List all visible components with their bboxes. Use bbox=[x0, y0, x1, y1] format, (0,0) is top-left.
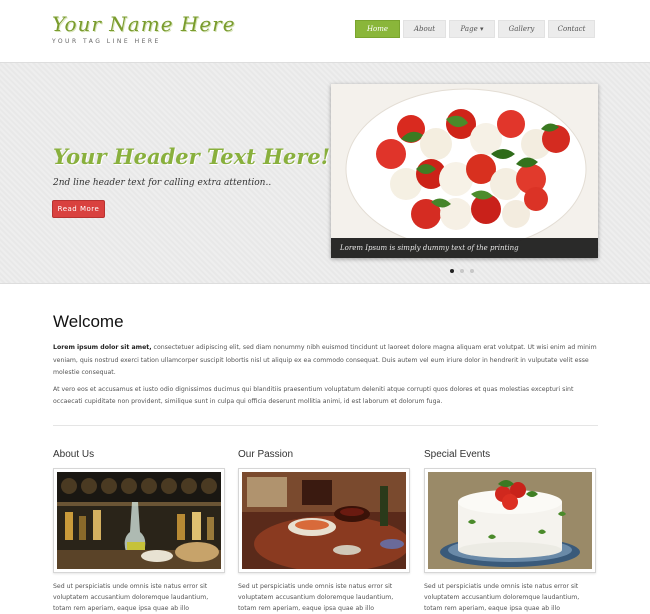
hero-slide-image[interactable]: Lorem Ipsum is simply dummy text of the … bbox=[331, 84, 598, 258]
main-nav: Home About Page ▾ Gallery Contact bbox=[355, 20, 595, 38]
nav-page-dropdown[interactable]: Page ▾ bbox=[449, 20, 495, 38]
slider-dot-2[interactable] bbox=[460, 269, 464, 273]
special-events-thumbnail[interactable] bbox=[424, 468, 596, 573]
column-special-events: Special Events Sed ut perspiciatis unde … bbox=[424, 449, 596, 614]
welcome-paragraph-2: At vero eos et accusamus et iusto odio d… bbox=[53, 385, 574, 406]
site-header: Your Name Here YOUR TAG LINE HERE Home A… bbox=[0, 0, 650, 62]
welcome-title: Welcome bbox=[53, 312, 124, 331]
welcome-section: Welcome Lorem ipsum dolor sit amet, cons… bbox=[53, 312, 598, 413]
nav-about[interactable]: About bbox=[403, 20, 446, 38]
column-text: Sed ut perspiciatis unde omnis iste natu… bbox=[238, 583, 394, 612]
slide-caption: Lorem Ipsum is simply dummy text of the … bbox=[331, 238, 598, 258]
about-us-thumbnail[interactable] bbox=[53, 468, 225, 573]
column-text: Sed ut perspiciatis unde omnis iste natu… bbox=[53, 583, 209, 612]
welcome-lead: Lorem ipsum dolor sit amet, bbox=[53, 344, 152, 351]
caprese-salad-image bbox=[331, 84, 598, 258]
slider-dot-3[interactable] bbox=[470, 269, 474, 273]
column-title: Our Passion bbox=[238, 449, 294, 460]
cheesecake-image bbox=[428, 472, 592, 569]
column-our-passion: Our Passion Sed ut perspiciatis unde omn… bbox=[238, 449, 410, 614]
nav-gallery[interactable]: Gallery bbox=[498, 20, 545, 38]
slider-dot-1[interactable] bbox=[450, 269, 454, 273]
column-about-us: About Us Sed ut perspiciatis unde omnis … bbox=[53, 449, 225, 614]
restaurant-table-image bbox=[242, 472, 406, 569]
nav-contact[interactable]: Contact bbox=[548, 20, 595, 38]
section-divider bbox=[53, 425, 598, 426]
column-title: Special Events bbox=[424, 449, 491, 460]
site-tagline: YOUR TAG LINE HERE bbox=[52, 38, 161, 45]
our-passion-thumbnail[interactable] bbox=[238, 468, 410, 573]
nav-home[interactable]: Home bbox=[355, 20, 400, 38]
site-logo[interactable]: Your Name Here bbox=[52, 12, 236, 36]
hero-title: Your Header Text Here! bbox=[53, 144, 330, 169]
slider-dots bbox=[450, 269, 474, 273]
read-more-button[interactable]: Read More bbox=[52, 200, 105, 218]
bar-shelf-image bbox=[57, 472, 221, 569]
welcome-paragraph-1: Lorem ipsum dolor sit amet, consectetuer… bbox=[53, 342, 598, 380]
column-title: About Us bbox=[53, 449, 95, 460]
column-text: Sed ut perspiciatis unde omnis iste natu… bbox=[424, 583, 580, 612]
hero-subtitle: 2nd line header text for calling extra a… bbox=[53, 178, 272, 188]
